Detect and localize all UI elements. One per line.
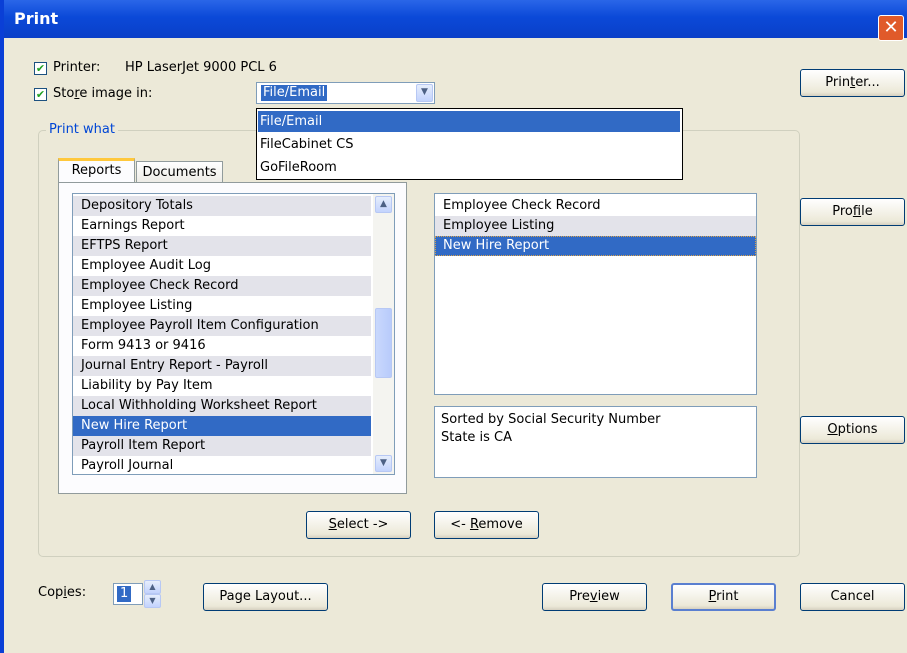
window-title: Print	[14, 9, 59, 28]
selected-report-item[interactable]: Employee Listing	[435, 216, 756, 236]
report-list-item[interactable]: Employee Audit Log	[73, 256, 371, 276]
store-location-select[interactable]: File/Email ▼	[256, 82, 435, 104]
cancel-button[interactable]: Cancel	[800, 583, 905, 611]
preview-button[interactable]: Preview	[542, 583, 647, 611]
selected-report-item[interactable]: New Hire Report	[435, 236, 756, 256]
printer-label: Printer:	[53, 60, 101, 75]
tab-reports[interactable]: Reports	[58, 158, 135, 183]
scroll-thumb[interactable]	[375, 308, 392, 378]
report-list-item[interactable]: Form 9413 or 9416	[73, 336, 371, 356]
report-list-item[interactable]: Employee Check Record	[73, 276, 371, 296]
options-button[interactable]: Options	[800, 416, 905, 444]
printer-settings-button[interactable]: Printer...	[800, 69, 905, 97]
tab-documents-label: Documents	[142, 165, 217, 180]
copies-input[interactable]: 1	[113, 583, 143, 605]
tab-reports-label: Reports	[71, 163, 122, 178]
copies-down-icon[interactable]: ▼	[144, 594, 161, 608]
report-list-item[interactable]: Employee Listing	[73, 296, 371, 316]
tab-documents[interactable]: Documents	[136, 161, 223, 183]
select-button[interactable]: Select ->	[306, 511, 411, 539]
close-button[interactable]: ✕	[878, 15, 904, 41]
printer-name: HP LaserJet 9000 PCL 6	[125, 60, 277, 75]
store-image-label: Store image in:	[53, 86, 153, 101]
dropdown-arrow-icon[interactable]: ▼	[416, 84, 433, 102]
copies-label: Copies:	[38, 585, 87, 600]
dropdown-option[interactable]: GoFileRoom	[258, 157, 680, 178]
reports-scrollbar[interactable]: ▲ ▼	[373, 194, 394, 474]
sort-info-box: Sorted by Social Security Number State i…	[434, 406, 757, 478]
title-bar: Print ✕	[4, 0, 907, 41]
copies-up-icon[interactable]: ▲	[144, 580, 161, 594]
scroll-up-icon[interactable]: ▲	[375, 196, 392, 213]
report-list-item[interactable]: New Hire Report	[73, 416, 371, 436]
store-select-value: File/Email	[261, 85, 328, 101]
selected-reports-list[interactable]: Employee Check Record Employee Listing New…	[434, 193, 757, 395]
sort-info-line-2: State is CA	[441, 430, 513, 445]
print-button[interactable]: Print	[671, 583, 776, 611]
scroll-down-icon[interactable]: ▼	[375, 455, 392, 472]
report-list-item[interactable]: EFTPS Report	[73, 236, 371, 256]
print-what-label: Print what	[46, 122, 118, 137]
remove-button[interactable]: <- Remove	[434, 511, 539, 539]
report-list-item[interactable]: Liability by Pay Item	[73, 376, 371, 396]
store-location-dropdown[interactable]: File/Email FileCabinet CS GoFileRoom	[256, 108, 683, 180]
page-layout-button[interactable]: Page Layout...	[203, 583, 328, 611]
report-list-item[interactable]: Depository Totals	[73, 196, 371, 216]
report-list-item[interactable]: Employee Payroll Item Configuration	[73, 316, 371, 336]
profile-button[interactable]: Profile	[800, 198, 905, 226]
store-image-checkbox[interactable]: ✔	[34, 88, 47, 101]
sort-info-line-1: Sorted by Social Security Number	[441, 412, 661, 427]
print-dialog: Print ✕ ✔ Printer: HP LaserJet 9000 PCL …	[0, 0, 907, 653]
selected-report-item[interactable]: Employee Check Record	[435, 196, 756, 216]
report-list-item[interactable]: Journal Entry Report - Payroll	[73, 356, 371, 376]
report-list-item[interactable]: Local Withholding Worksheet Report	[73, 396, 371, 416]
report-list-item[interactable]: Earnings Report	[73, 216, 371, 236]
copies-value: 1	[117, 586, 132, 602]
report-list-item[interactable]: Payroll Item Report	[73, 436, 371, 456]
reports-list[interactable]: Depository Totals Earnings Report EFTPS Re…	[72, 193, 395, 475]
dropdown-option[interactable]: FileCabinet CS	[258, 134, 680, 155]
report-list-item[interactable]: Payroll Journal	[73, 456, 371, 474]
dropdown-option[interactable]: File/Email	[258, 111, 680, 132]
printer-checkbox[interactable]: ✔	[34, 62, 47, 75]
